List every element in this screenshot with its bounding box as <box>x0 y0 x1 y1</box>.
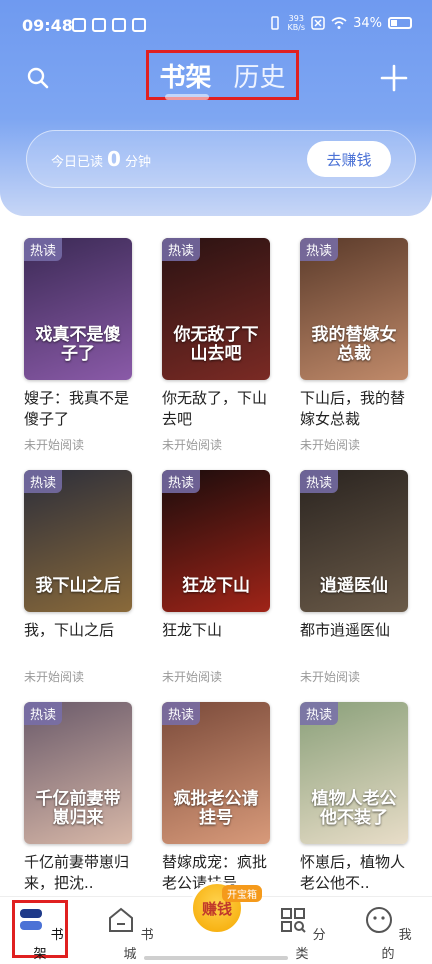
book-title[interactable]: 狂龙下山 <box>162 620 274 662</box>
reading-status: 未开始阅读 <box>300 438 361 452</box>
book-title[interactable]: 都市逍遥医仙 <box>300 620 412 662</box>
book-cover[interactable]: 热读戏真不是傻子了 <box>24 238 132 380</box>
book-cover[interactable]: 热读疯批老公请挂号 <box>162 702 270 844</box>
book-cover[interactable]: 热读千亿前妻带崽归来 <box>24 702 132 844</box>
hot-badge: 热读 <box>300 702 339 725</box>
hot-badge: 热读 <box>24 702 63 725</box>
hot-badge: 热读 <box>162 470 201 493</box>
status-time: 09:48 <box>22 16 73 35</box>
nav-store[interactable]: 书城 <box>100 905 160 962</box>
book-card[interactable]: 热读植物人老公他不装了 怀崽后，植物人老公他不.. <box>300 702 410 900</box>
no-sim-icon <box>311 16 325 30</box>
net-speed-unit: KB/s <box>287 23 306 32</box>
nav-category[interactable]: 分类 <box>272 905 332 962</box>
reading-status: 未开始阅读 <box>162 670 223 684</box>
reading-status: 未开始阅读 <box>24 670 85 684</box>
book-title[interactable]: 我，下山之后 <box>24 620 136 662</box>
bottom-nav: 书架 书城 赚钱 开宝箱 分类 我的 <box>0 881 432 964</box>
book-cover[interactable]: 热读我下山之后 <box>24 470 132 612</box>
reading-status: 未开始阅读 <box>24 438 85 452</box>
notification-app-icon <box>132 18 146 32</box>
net-speed: 393 KB/s <box>287 14 305 32</box>
battery-icon <box>388 17 412 29</box>
battery-percent: 34% <box>353 15 382 31</box>
vibrate-icon <box>271 16 280 30</box>
wifi-icon <box>331 17 347 29</box>
notification-icons <box>72 18 146 32</box>
status-bar: 09:48 393 KB/s 34% <box>0 8 432 42</box>
store-icon <box>109 907 134 932</box>
book-title[interactable]: 怀崽后，植物人老公他不.. <box>300 852 412 894</box>
nav-profile[interactable]: 我的 <box>358 905 418 962</box>
book-cover[interactable]: 热读你无敌了下山去吧 <box>162 238 270 380</box>
net-speed-value: 393 <box>288 14 304 23</box>
book-title[interactable]: 下山后，我的替嫁女总裁 <box>300 388 412 430</box>
book-cover[interactable]: 热读狂龙下山 <box>162 470 270 612</box>
book-card[interactable]: 热读戏真不是傻子了 嫂子：我真不是傻子了未开始阅读 <box>24 238 134 453</box>
reading-minutes: 0 <box>107 147 121 171</box>
cover-title-art: 植物人老公他不装了 <box>311 789 397 828</box>
cover-title-art: 千亿前妻带崽归来 <box>35 789 121 828</box>
hot-badge: 热读 <box>162 702 201 725</box>
notification-app-icon <box>92 18 106 32</box>
book-card[interactable]: 热读逍遥医仙都市逍遥医仙未开始阅读 <box>300 470 410 685</box>
profile-icon <box>366 907 393 933</box>
cover-title-art: 疯批老公请挂号 <box>173 789 259 828</box>
book-cover[interactable]: 热读植物人老公他不装了 <box>300 702 408 844</box>
shelf-history-tabs: 书架 历史 <box>146 50 299 100</box>
book-cover[interactable]: 热读我的替嫁女总裁 <box>300 238 408 380</box>
cover-title-art: 逍遥医仙 <box>320 576 388 596</box>
reading-suffix: 分钟 <box>124 155 151 170</box>
bookshelf-icon <box>20 909 43 930</box>
nav-bookshelf[interactable]: 书架 <box>10 905 70 962</box>
reading-status: 未开始阅读 <box>300 670 361 684</box>
status-right: 393 KB/s 34% <box>269 14 412 32</box>
earn-money-button[interactable]: 去赚钱 <box>307 141 391 177</box>
category-icon <box>281 908 307 933</box>
hot-badge: 热读 <box>24 470 63 493</box>
cover-title-art: 我下山之后 <box>35 576 121 596</box>
book-card[interactable]: 热读我下山之后我，下山之后未开始阅读 <box>24 470 134 685</box>
book-title[interactable]: 嫂子：我真不是傻子了 <box>24 388 136 430</box>
tab-bookshelf[interactable]: 书架 <box>159 57 212 100</box>
book-title[interactable]: 你无敌了，下山去吧 <box>162 388 274 430</box>
reading-time: 今日已读 0 分钟 <box>51 147 151 171</box>
tab-history[interactable]: 历史 <box>234 57 286 94</box>
reading-prefix: 今日已读 <box>51 155 104 170</box>
book-cover[interactable]: 热读逍遥医仙 <box>300 470 408 612</box>
hot-badge: 热读 <box>300 470 339 493</box>
open-chest-tag[interactable]: 开宝箱 <box>222 885 262 902</box>
book-card[interactable]: 热读 疯批老公请挂号 替嫁成宠：疯批老公请挂号 <box>162 702 272 900</box>
cover-title-art: 戏真不是傻子了 <box>35 325 121 364</box>
hot-badge: 热读 <box>162 238 201 261</box>
notification-app-icon <box>112 18 126 32</box>
book-title[interactable]: 千亿前妻带崽归来，把沈.. <box>24 852 136 894</box>
book-card[interactable]: 热读我的替嫁女总裁 下山后，我的替嫁女总裁未开始阅读 <box>300 238 410 453</box>
book-card[interactable]: 热读 狂龙下山 狂龙下山 未开始阅读 <box>162 470 272 685</box>
cover-title-art: 你无敌了下山去吧 <box>173 325 259 364</box>
plus-icon[interactable] <box>380 64 408 92</box>
reading-status: 未开始阅读 <box>162 438 223 452</box>
hot-badge: 热读 <box>300 238 339 261</box>
cover-title-art: 狂龙下山 <box>182 576 250 596</box>
hot-badge: 热读 <box>24 238 63 261</box>
book-card[interactable]: 热读你无敌了下山去吧 你无敌了，下山去吧未开始阅读 <box>162 238 272 453</box>
home-indicator <box>144 956 288 960</box>
book-card[interactable]: 热读千亿前妻带崽归来 千亿前妻带崽归来，把沈.. <box>24 702 134 900</box>
notification-app-icon <box>72 18 86 32</box>
search-icon[interactable] <box>26 66 50 90</box>
cover-title-art: 我的替嫁女总裁 <box>311 325 397 364</box>
reading-stats-bar: 今日已读 0 分钟 去赚钱 <box>26 130 416 188</box>
